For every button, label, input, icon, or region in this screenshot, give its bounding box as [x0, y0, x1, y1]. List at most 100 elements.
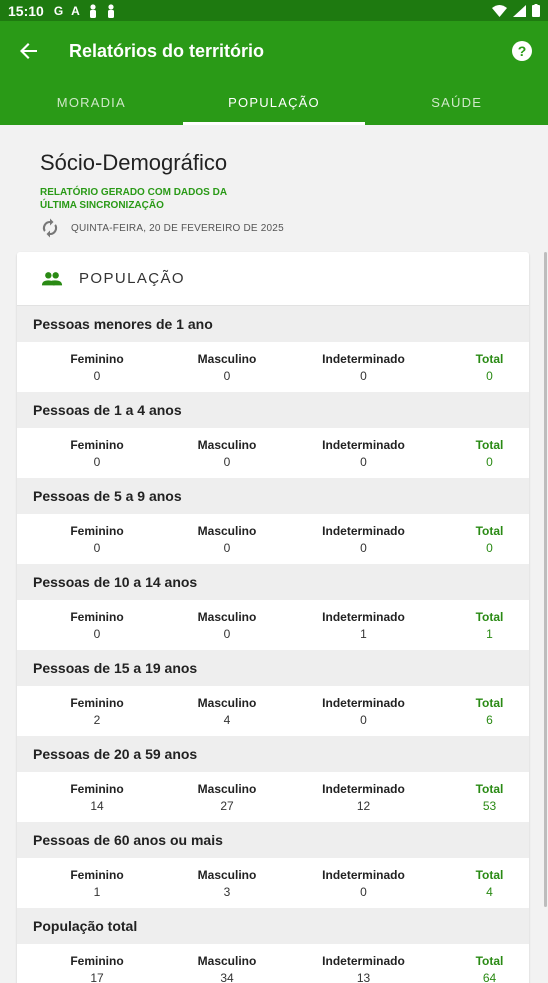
masculino-value: 27 — [220, 799, 234, 813]
total-label: Total — [475, 352, 504, 366]
tab-moradia[interactable]: MORADIA — [0, 81, 183, 125]
section-heading: Pessoas de 60 anos ou mais — [17, 822, 529, 858]
stats-row: Feminino 0 Masculino 0 Indeterminado 0 Total 0 — [17, 342, 529, 392]
feminino-value: 0 — [93, 369, 101, 383]
indeterminado-cell: Indeterminado 13 — [277, 954, 450, 983]
indeterminado-value: 0 — [360, 541, 367, 555]
feminino-cell: Feminino 0 — [17, 352, 177, 392]
masculino-cell: Masculino 0 — [177, 438, 277, 478]
indeterminado-value: 1 — [360, 627, 367, 641]
signal-icon — [513, 4, 526, 17]
indeterminado-label: Indeterminado — [322, 438, 405, 452]
indeterminado-value: 0 — [360, 713, 367, 727]
masculino-label: Masculino — [197, 696, 257, 710]
card-title: POPULAÇÃO — [79, 270, 185, 287]
section-heading: Pessoas de 20 a 59 anos — [17, 736, 529, 772]
total-cell: Total 4 — [450, 868, 529, 908]
total-label: Total — [475, 610, 504, 624]
stats-row: Feminino 17 Masculino 34 Indeterminado 13 Tota… — [17, 944, 529, 983]
arrow-back-icon — [20, 43, 37, 59]
svg-text:?: ? — [518, 43, 527, 59]
section-heading: População total — [17, 908, 529, 944]
feminino-value: 2 — [93, 713, 101, 727]
masculino-cell: Masculino 4 — [177, 696, 277, 736]
status-bar: 15:10 G A — [0, 0, 548, 21]
total-cell: Total 64 — [450, 954, 529, 983]
masculino-cell: Masculino 3 — [177, 868, 277, 908]
indeterminado-cell: Indeterminado 0 — [277, 352, 450, 392]
total-value: 53 — [482, 799, 497, 813]
masculino-value: 34 — [220, 971, 234, 983]
masculino-label: Masculino — [197, 954, 257, 968]
total-value: 0 — [486, 455, 493, 469]
tab-bar: MORADIA POPULAÇÃO SAÚDE — [0, 81, 548, 125]
section-heading: Pessoas de 10 a 14 anos — [17, 564, 529, 600]
masculino-label: Masculino — [197, 438, 257, 452]
indeterminado-value: 13 — [356, 971, 371, 983]
indeterminado-value: 0 — [360, 455, 367, 469]
masculino-label: Masculino — [197, 782, 257, 796]
masculino-value: 3 — [223, 885, 231, 899]
total-label: Total — [475, 438, 504, 452]
feminino-value: 0 — [93, 627, 101, 641]
wifi-icon — [492, 4, 507, 17]
stats-row: Feminino 2 Masculino 4 Indeterminado 0 Total 6 — [17, 686, 529, 736]
indeterminado-label: Indeterminado — [322, 524, 405, 538]
total-label: Total — [475, 868, 504, 882]
total-cell: Total 0 — [450, 438, 529, 478]
tab-populacao[interactable]: POPULAÇÃO — [182, 81, 366, 125]
help-button[interactable]: ? — [512, 41, 532, 61]
report-header: Sócio-Demográfico RELATÓRIO GERADO COM D… — [40, 150, 510, 238]
section-heading: Pessoas de 1 a 4 anos — [17, 392, 529, 428]
app-bar: Relatórios do território ? — [0, 21, 548, 81]
stats-row: Feminino 0 Masculino 0 Indeterminado 1 Total 1 — [17, 600, 529, 650]
person-icon — [89, 3, 96, 18]
total-label: Total — [475, 696, 504, 710]
population-sections: Pessoas menores de 1 ano Feminino 0 Masculi… — [17, 306, 529, 983]
google-icon: G — [53, 3, 64, 18]
masculino-value: 0 — [223, 627, 231, 641]
section-heading: Pessoas de 5 a 9 anos — [17, 478, 529, 514]
masculino-label: Masculino — [197, 868, 257, 882]
stats-row: Feminino 0 Masculino 0 Indeterminado 0 Total 0 — [17, 514, 529, 564]
feminino-label: Feminino — [70, 610, 124, 624]
section-heading: Pessoas menores de 1 ano — [17, 306, 529, 342]
scrollbar[interactable] — [544, 252, 547, 907]
indeterminado-label: Indeterminado — [322, 696, 405, 710]
total-value: 4 — [486, 885, 493, 899]
feminino-label: Feminino — [70, 696, 124, 710]
feminino-cell: Feminino 17 — [17, 954, 177, 983]
indeterminado-cell: Indeterminado 1 — [277, 610, 450, 650]
masculino-cell: Masculino 0 — [177, 524, 277, 564]
feminino-label: Feminino — [70, 782, 124, 796]
person-icon-2 — [107, 3, 114, 18]
feminino-cell: Feminino 14 — [17, 782, 177, 822]
total-value: 1 — [486, 627, 493, 641]
report-subtitle: RELATÓRIO GERADO COM DADOS DA ÚLTIMA SIN… — [40, 187, 227, 211]
masculino-cell: Masculino 0 — [177, 610, 277, 650]
card-header: POPULAÇÃO — [17, 252, 529, 306]
masculino-value: 0 — [223, 455, 231, 469]
indeterminado-cell: Indeterminado 0 — [277, 868, 450, 908]
feminino-value: 0 — [93, 455, 101, 469]
total-cell: Total 53 — [450, 782, 529, 822]
feminino-cell: Feminino 0 — [17, 438, 177, 478]
feminino-cell: Feminino 1 — [17, 868, 177, 908]
app-icon: A — [71, 3, 80, 18]
total-cell: Total 0 — [450, 524, 529, 564]
indeterminado-cell: Indeterminado 0 — [277, 438, 450, 478]
indeterminado-value: 0 — [360, 885, 367, 899]
tab-saude[interactable]: SAÚDE — [365, 81, 548, 125]
battery-icon — [532, 4, 540, 17]
back-button[interactable] — [0, 21, 58, 81]
total-value: 0 — [486, 541, 493, 555]
feminino-value: 1 — [93, 885, 101, 899]
sync-icon[interactable] — [40, 218, 60, 238]
feminino-cell: Feminino 0 — [17, 524, 177, 564]
indeterminado-label: Indeterminado — [322, 352, 405, 366]
indeterminado-value: 12 — [356, 799, 371, 813]
population-card: POPULAÇÃO Pessoas menores de 1 ano Femini… — [17, 252, 529, 983]
total-cell: Total 0 — [450, 352, 529, 392]
report-date: QUINTA-FEIRA, 20 DE FEVEREIRO DE 2025 — [71, 222, 284, 234]
feminino-cell: Feminino 0 — [17, 610, 177, 650]
